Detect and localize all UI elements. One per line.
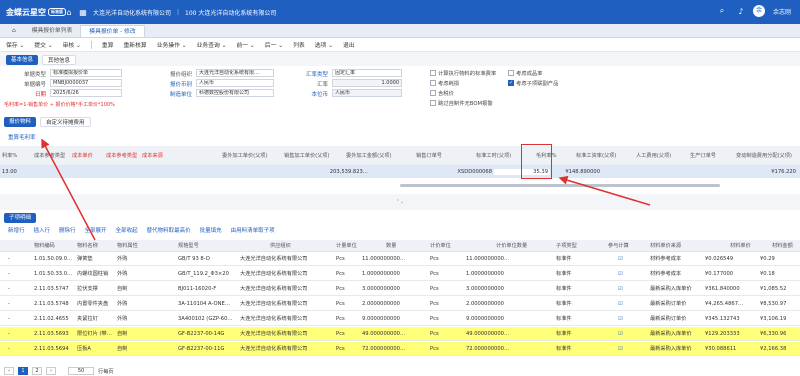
annotation-arrow <box>558 175 651 206</box>
annotation-arrow <box>41 138 96 241</box>
annotation-arrows <box>41 138 651 241</box>
